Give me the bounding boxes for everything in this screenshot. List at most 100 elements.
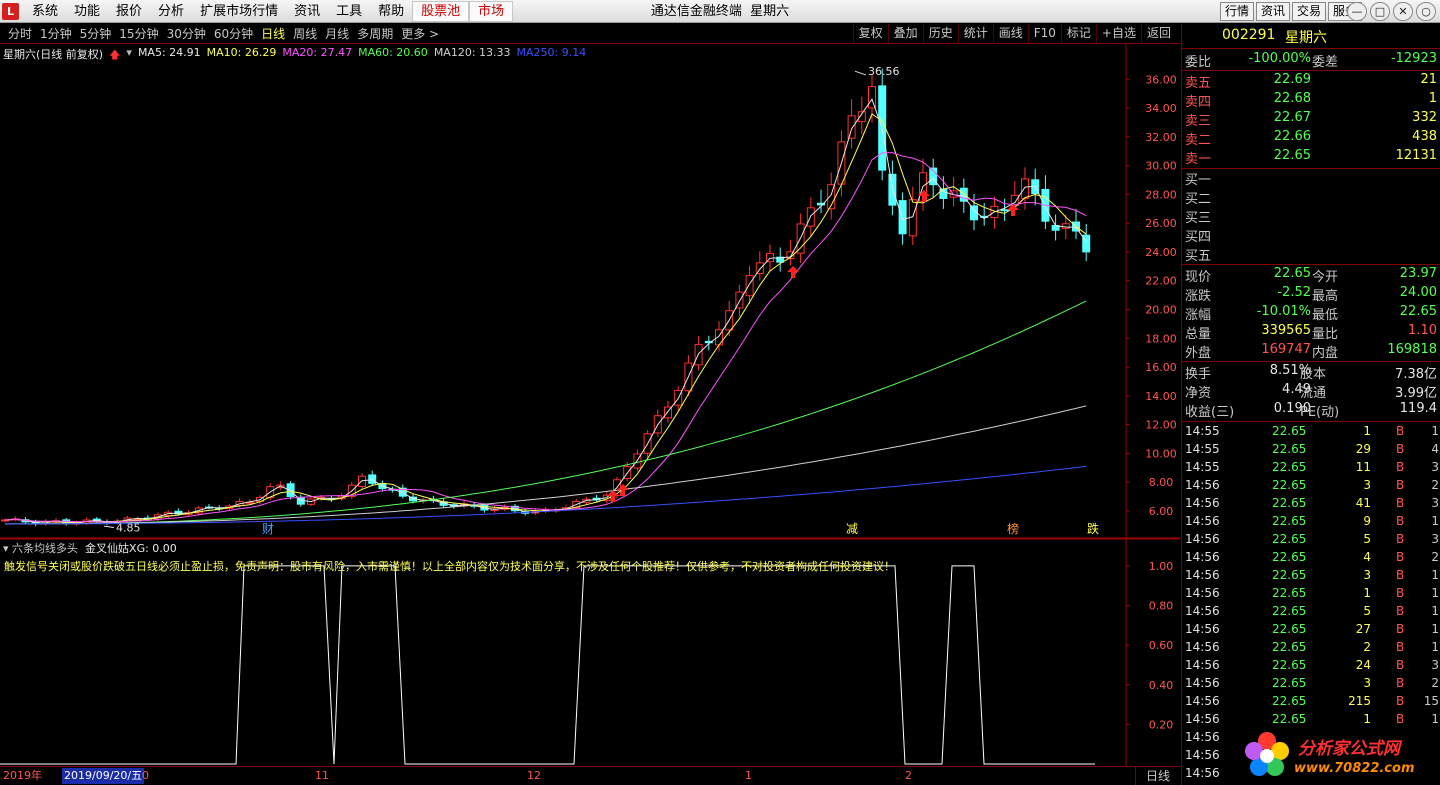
chart-tools: 复权 叠加 历史 统计 画线 F10 标记 +自选 返回 xyxy=(852,24,1176,43)
tick-price: 22.65 xyxy=(1272,496,1307,510)
max-price-label: 36.56 xyxy=(868,65,900,78)
adjust-button[interactable]: 复权 xyxy=(852,24,888,43)
app-logo-icon[interactable]: L xyxy=(2,3,19,20)
overlay-button[interactable]: 叠加 xyxy=(887,24,923,43)
chevron-down-icon[interactable]: ▾ xyxy=(126,46,132,62)
tick-row[interactable]: 14:56 22.65 24 B 3 xyxy=(1182,658,1440,676)
bid-row[interactable]: 买四 xyxy=(1182,226,1440,245)
stat-label: 量比 xyxy=(1312,327,1339,342)
extra-circle-icon[interactable]: ○ xyxy=(1416,2,1436,21)
tick-row[interactable]: 14:56 22.65 1 B 1 xyxy=(1182,586,1440,604)
quote-button[interactable]: 行情 xyxy=(1219,2,1254,21)
back-button[interactable]: 返回 xyxy=(1140,24,1176,43)
menu-news[interactable]: 资讯 xyxy=(286,0,328,23)
tick-row[interactable]: 14:56 22.65 2 B 1 xyxy=(1182,640,1440,658)
bid-row[interactable]: 买五 xyxy=(1182,245,1440,264)
bid-row[interactable]: 买一 xyxy=(1182,169,1440,188)
menu-tab-market[interactable]: 市场 xyxy=(469,1,514,22)
weibi-row: 委比 -100.00% 委差 -12923 xyxy=(1182,51,1440,70)
tick-row[interactable]: 14:56 22.65 27 B 1 xyxy=(1182,622,1440,640)
tab-1min[interactable]: 1分钟 xyxy=(36,24,76,44)
ask-volume: 12131 xyxy=(1395,148,1437,163)
f10-button[interactable]: F10 xyxy=(1027,24,1061,43)
news-button[interactable]: 资讯 xyxy=(1255,2,1290,21)
menu-tab-stock-pool[interactable]: 股票池 xyxy=(412,1,470,22)
tick-row[interactable]: 14:56 22.65 1 B 1 xyxy=(1182,712,1440,730)
add-watchlist-button[interactable]: +自选 xyxy=(1095,24,1141,43)
kline-chart[interactable]: 36.00 34.00 32.00 30.00 28.00 26.00 24.00 22.00… xyxy=(0,44,1180,766)
draw-line-button[interactable]: 画线 xyxy=(992,24,1028,43)
tab-30min[interactable]: 30分钟 xyxy=(163,24,210,44)
tick-row[interactable]: 14:56 22.65 41 B 3 xyxy=(1182,496,1440,514)
tick-price: 22.65 xyxy=(1272,622,1307,636)
tab-daily[interactable]: 日线 xyxy=(257,24,289,44)
month-label: 2 xyxy=(905,769,912,782)
tick-row[interactable]: 14:56 22.65 5 B 3 xyxy=(1182,532,1440,550)
ma60-line xyxy=(5,300,1087,525)
period-indicator[interactable]: 日线 xyxy=(1135,767,1180,785)
menu-system[interactable]: 系统 xyxy=(24,0,66,23)
tick-row[interactable]: 14:56 22.65 5 B 1 xyxy=(1182,604,1440,622)
ask-row[interactable]: 卖四 22.68 1 xyxy=(1182,91,1440,110)
tab-multi-period[interactable]: 多周期 xyxy=(353,24,397,44)
menu-help[interactable]: 帮助 xyxy=(370,0,412,23)
stat-label: 今开 xyxy=(1312,270,1339,285)
tick-row[interactable]: 14:56 22.65 9 B 1 xyxy=(1182,514,1440,532)
restore-icon[interactable]: □ xyxy=(1370,2,1390,21)
ask-row[interactable]: 卖二 22.66 438 xyxy=(1182,129,1440,148)
tick-volume: 41 xyxy=(1355,496,1371,510)
minimize-icon[interactable]: — xyxy=(1347,2,1367,21)
price-tick-label: 36.00 xyxy=(1145,73,1177,86)
tab-monthly[interactable]: 月线 xyxy=(321,24,353,44)
indicator-chevron-icon[interactable]: ▾ xyxy=(3,542,9,555)
ask-volume: 1 xyxy=(1428,91,1437,106)
stat-row: 现价 22.65 今开 23.97 xyxy=(1182,266,1440,285)
quote-panel: 002291 星期六 委比 -100.00% 委差 -12923 卖五 22.69… xyxy=(1181,24,1440,785)
tick-side: B xyxy=(1396,676,1405,690)
close-icon[interactable]: ✕ xyxy=(1393,2,1413,21)
menu-analysis[interactable]: 分析 xyxy=(150,0,192,23)
tick-volume: 9 xyxy=(1363,514,1371,528)
tick-row[interactable]: 14:56 22.65 215 B 15 xyxy=(1182,694,1440,712)
bid-row[interactable]: 买三 xyxy=(1182,207,1440,226)
indicator-name[interactable]: 六条均线多头 xyxy=(12,542,78,555)
ask-volume: 21 xyxy=(1420,72,1437,87)
tab-60min[interactable]: 60分钟 xyxy=(210,24,257,44)
fund-label: 净资 xyxy=(1185,386,1212,401)
tick-price: 22.65 xyxy=(1272,586,1307,600)
ask-row[interactable]: 卖五 22.69 21 xyxy=(1182,72,1440,91)
ask-row[interactable]: 卖一 22.65 12131 xyxy=(1182,148,1440,167)
bid-row[interactable]: 买二 xyxy=(1182,188,1440,207)
tab-15min[interactable]: 15分钟 xyxy=(115,24,162,44)
menu-extended-market[interactable]: 扩展市场行情 xyxy=(192,0,286,23)
weicha-label: 委差 xyxy=(1312,55,1339,70)
app-title-text: 通达信金融终端 xyxy=(650,4,742,19)
bid-label: 买一 xyxy=(1185,173,1212,188)
max-price-pointer xyxy=(854,70,867,76)
tick-count: 2 xyxy=(1431,478,1439,492)
ask-row[interactable]: 卖三 22.67 332 xyxy=(1182,110,1440,129)
statistics-button[interactable]: 统计 xyxy=(957,24,993,43)
tick-side: B xyxy=(1396,658,1405,672)
price-tick-label: 14.00 xyxy=(1145,390,1177,403)
tick-row[interactable]: 14:55 22.65 1 B 1 xyxy=(1182,424,1440,442)
history-button[interactable]: 历史 xyxy=(922,24,958,43)
tab-intraday[interactable]: 分时 xyxy=(4,24,36,44)
tick-row[interactable]: 14:56 22.65 3 B 1 xyxy=(1182,568,1440,586)
tick-row[interactable]: 14:56 22.65 3 B 2 xyxy=(1182,676,1440,694)
trade-button[interactable]: 交易 xyxy=(1291,2,1326,21)
stat-value: 22.65 xyxy=(1399,304,1437,319)
tick-row[interactable]: 14:55 22.65 11 B 3 xyxy=(1182,460,1440,478)
menu-quote[interactable]: 报价 xyxy=(108,0,150,23)
candle-body xyxy=(368,474,377,484)
tick-row[interactable]: 14:55 22.65 29 B 4 xyxy=(1182,442,1440,460)
menu-function[interactable]: 功能 xyxy=(66,0,108,23)
menu-tools[interactable]: 工具 xyxy=(328,0,370,23)
tab-weekly[interactable]: 周线 xyxy=(289,24,321,44)
tab-5min[interactable]: 5分钟 xyxy=(76,24,116,44)
tick-row[interactable]: 14:56 22.65 3 B 2 xyxy=(1182,478,1440,496)
mark-button[interactable]: 标记 xyxy=(1060,24,1096,43)
tab-more[interactable]: 更多 > xyxy=(397,24,443,44)
tick-row[interactable]: 14:56 22.65 4 B 2 xyxy=(1182,550,1440,568)
top-right-buttons: 行情 资讯 交易 服务 xyxy=(1219,2,1362,21)
